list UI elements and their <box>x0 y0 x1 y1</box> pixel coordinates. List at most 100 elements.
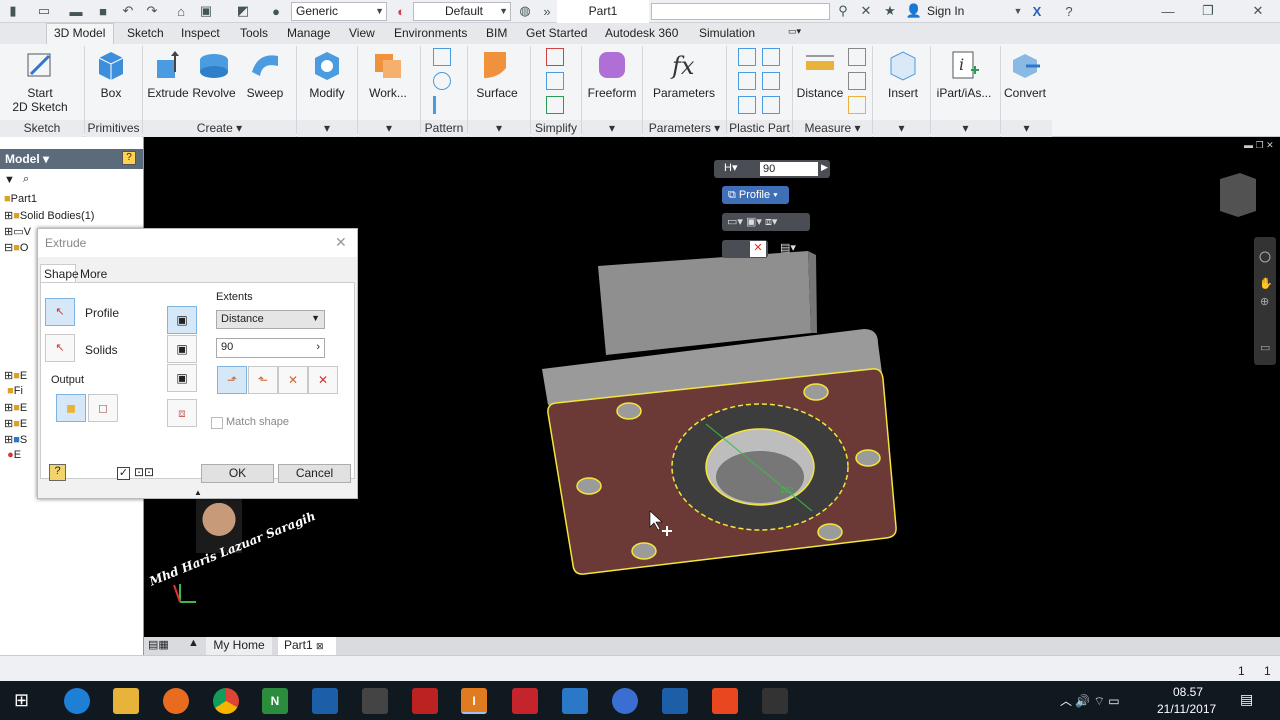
distance-input[interactable]: 90 › <box>216 338 325 358</box>
group-insert-arrow[interactable]: ▾ <box>873 120 930 137</box>
hole[interactable] <box>576 477 602 495</box>
chrome-icon[interactable] <box>213 688 239 714</box>
tree-item-sketch[interactable]: ⊞■S <box>4 433 27 446</box>
rest-icon[interactable] <box>738 72 756 90</box>
mini-profile-button[interactable]: ⧉ Profile ▾ <box>722 186 789 204</box>
tile-windows-icon[interactable]: ▤▦ <box>148 638 169 651</box>
edge-icon[interactable] <box>64 688 90 714</box>
tab-autodesk-360[interactable]: Autodesk 360 <box>605 26 678 40</box>
group-modify-arrow[interactable]: ▾ <box>297 120 357 137</box>
group-convert-arrow[interactable]: ▾ <box>1001 120 1052 137</box>
autodesk-app-icon[interactable] <box>312 688 338 714</box>
area-icon[interactable] <box>848 96 866 114</box>
clock-time[interactable]: 08.57 <box>1173 685 1203 699</box>
grill-icon[interactable] <box>738 48 756 66</box>
recorder-icon[interactable] <box>412 688 438 714</box>
more-icon[interactable]: » <box>539 3 555 19</box>
hole[interactable] <box>616 402 642 420</box>
output-solid-button[interactable]: ◼ <box>56 394 86 422</box>
tree-item-extrusion-2[interactable]: ⊞■E <box>4 401 27 414</box>
hole[interactable] <box>803 383 829 401</box>
include-components-icon[interactable] <box>546 96 564 114</box>
filter-icon[interactable]: ▼ <box>4 174 15 186</box>
tools-icon[interactable]: ✕ <box>858 3 874 19</box>
appearance-dropdown[interactable]: Default ▼ <box>413 2 511 21</box>
extents-dropdown-icon[interactable]: H▾ <box>724 161 737 174</box>
clock-date[interactable]: 21/11/2017 <box>1157 702 1216 716</box>
material-icon[interactable]: ● <box>268 3 284 19</box>
group-primitives[interactable]: Primitives <box>85 120 142 137</box>
mini-menu-icon[interactable]: ▤▾ <box>780 241 796 254</box>
tree-item-extrusion-3[interactable]: ⊞■E <box>4 417 27 430</box>
extrude-button[interactable]: Extrude <box>146 48 190 100</box>
insert-button[interactable]: Insert <box>880 48 926 100</box>
group-surface-arrow[interactable]: ▾ <box>468 120 530 137</box>
direction-symmetric-button[interactable]: ✕ <box>278 366 308 394</box>
mini-distance-input[interactable]: 90 <box>760 162 818 176</box>
boss-icon[interactable] <box>762 48 780 66</box>
group-parameters[interactable]: Parameters ▾ <box>643 120 726 137</box>
group-plastic-part[interactable]: Plastic Part <box>727 120 792 137</box>
mini-cancel-icon[interactable]: ✕ <box>750 241 766 257</box>
open-documents-icon[interactable]: ▲ <box>188 637 199 649</box>
dialog-help-icon[interactable]: ? <box>49 464 66 481</box>
camera-app-icon[interactable] <box>362 688 388 714</box>
material-dropdown[interactable]: Generic ▼ <box>291 2 387 21</box>
modify-button[interactable]: Modify <box>306 48 348 100</box>
settings-app-icon[interactable] <box>612 688 638 714</box>
file-explorer-icon[interactable] <box>113 688 139 714</box>
ipart-button[interactable]: i iPart/iAs... <box>934 48 994 100</box>
output-surface-button[interactable]: ◻ <box>88 394 118 422</box>
firefox-icon[interactable] <box>163 688 189 714</box>
open-icon[interactable]: ▬ <box>68 3 84 19</box>
group-measure[interactable]: Measure ▾ <box>793 120 872 137</box>
convert-button[interactable]: Convert <box>1002 48 1048 100</box>
ok-button[interactable]: OK <box>201 464 274 483</box>
browser-help-icon[interactable]: ? <box>122 151 136 165</box>
notepad-plus-icon[interactable]: N <box>262 688 288 714</box>
document-title-tab[interactable]: Part1 <box>557 0 649 23</box>
mirror-icon[interactable] <box>433 96 451 114</box>
direction-flipped-button[interactable]: ⬑ <box>248 366 278 394</box>
restore-icon[interactable]: ❐ <box>1200 3 1216 19</box>
cut-button[interactable]: ▣ <box>167 335 197 363</box>
direction-asymmetric-button[interactable]: ✕ <box>308 366 338 394</box>
dialog-close-icon[interactable]: ✕ <box>335 234 347 251</box>
hole[interactable] <box>817 523 843 541</box>
help-icon[interactable]: ? <box>1061 3 1077 19</box>
tree-item-extrusion-1[interactable]: ⊞■E <box>4 369 27 382</box>
sign-in-link[interactable]: Sign In <box>927 4 964 18</box>
revolve-button[interactable]: Revolve <box>192 48 236 100</box>
minimize-icon[interactable]: — <box>1160 3 1176 19</box>
tab-get-started[interactable]: Get Started <box>526 26 587 40</box>
tab-more[interactable]: More <box>80 267 107 281</box>
parameters-button[interactable]: fx Parameters <box>652 48 716 100</box>
tab-part1[interactable]: Part1 ⊠ <box>278 637 336 655</box>
home-icon[interactable]: ⌂ <box>173 3 189 19</box>
extents-type-dropdown[interactable]: Distance ▼ <box>216 310 325 329</box>
sign-in-dropdown-icon[interactable]: ▼ <box>1010 3 1026 19</box>
save-icon[interactable]: ■ <box>95 3 111 19</box>
notifications-icon[interactable]: ▤ <box>1240 691 1253 708</box>
freeform-button[interactable]: Freeform <box>586 48 638 100</box>
windows-start-icon[interactable]: ⊞ <box>14 690 29 711</box>
screenshot-icon[interactable] <box>762 688 788 714</box>
preview-checkbox[interactable]: ✓ <box>117 467 130 480</box>
inventor-icon[interactable]: I <box>461 688 487 714</box>
user-icon[interactable]: 👤 <box>906 3 922 19</box>
tree-item-origin[interactable]: ⊟■O <box>4 241 28 254</box>
tab-shape[interactable]: Shape <box>40 264 79 282</box>
join-button[interactable]: ▣ <box>167 306 197 334</box>
group-pattern[interactable]: Pattern <box>421 120 467 137</box>
tab-manage[interactable]: Manage <box>287 26 330 40</box>
mini-output-toolbar[interactable]: ▭▾ ▣▾ ⧈▾ <box>722 213 810 231</box>
tree-item-view[interactable]: ⊞▭V <box>4 225 31 238</box>
intersect-button[interactable]: ▣ <box>167 364 197 392</box>
tab-inspect[interactable]: Inspect <box>181 26 220 40</box>
tray-icons[interactable]: ︿ 🔊 ⌔ ▭ <box>1060 692 1120 709</box>
angle-icon[interactable] <box>848 48 866 66</box>
pan-icon[interactable]: ✋ <box>1259 277 1273 290</box>
update-icon[interactable]: ◩ <box>235 3 251 19</box>
dialog-titlebar[interactable]: Extrude ✕ <box>38 229 357 257</box>
group-simplify[interactable]: Simplify <box>531 120 581 137</box>
